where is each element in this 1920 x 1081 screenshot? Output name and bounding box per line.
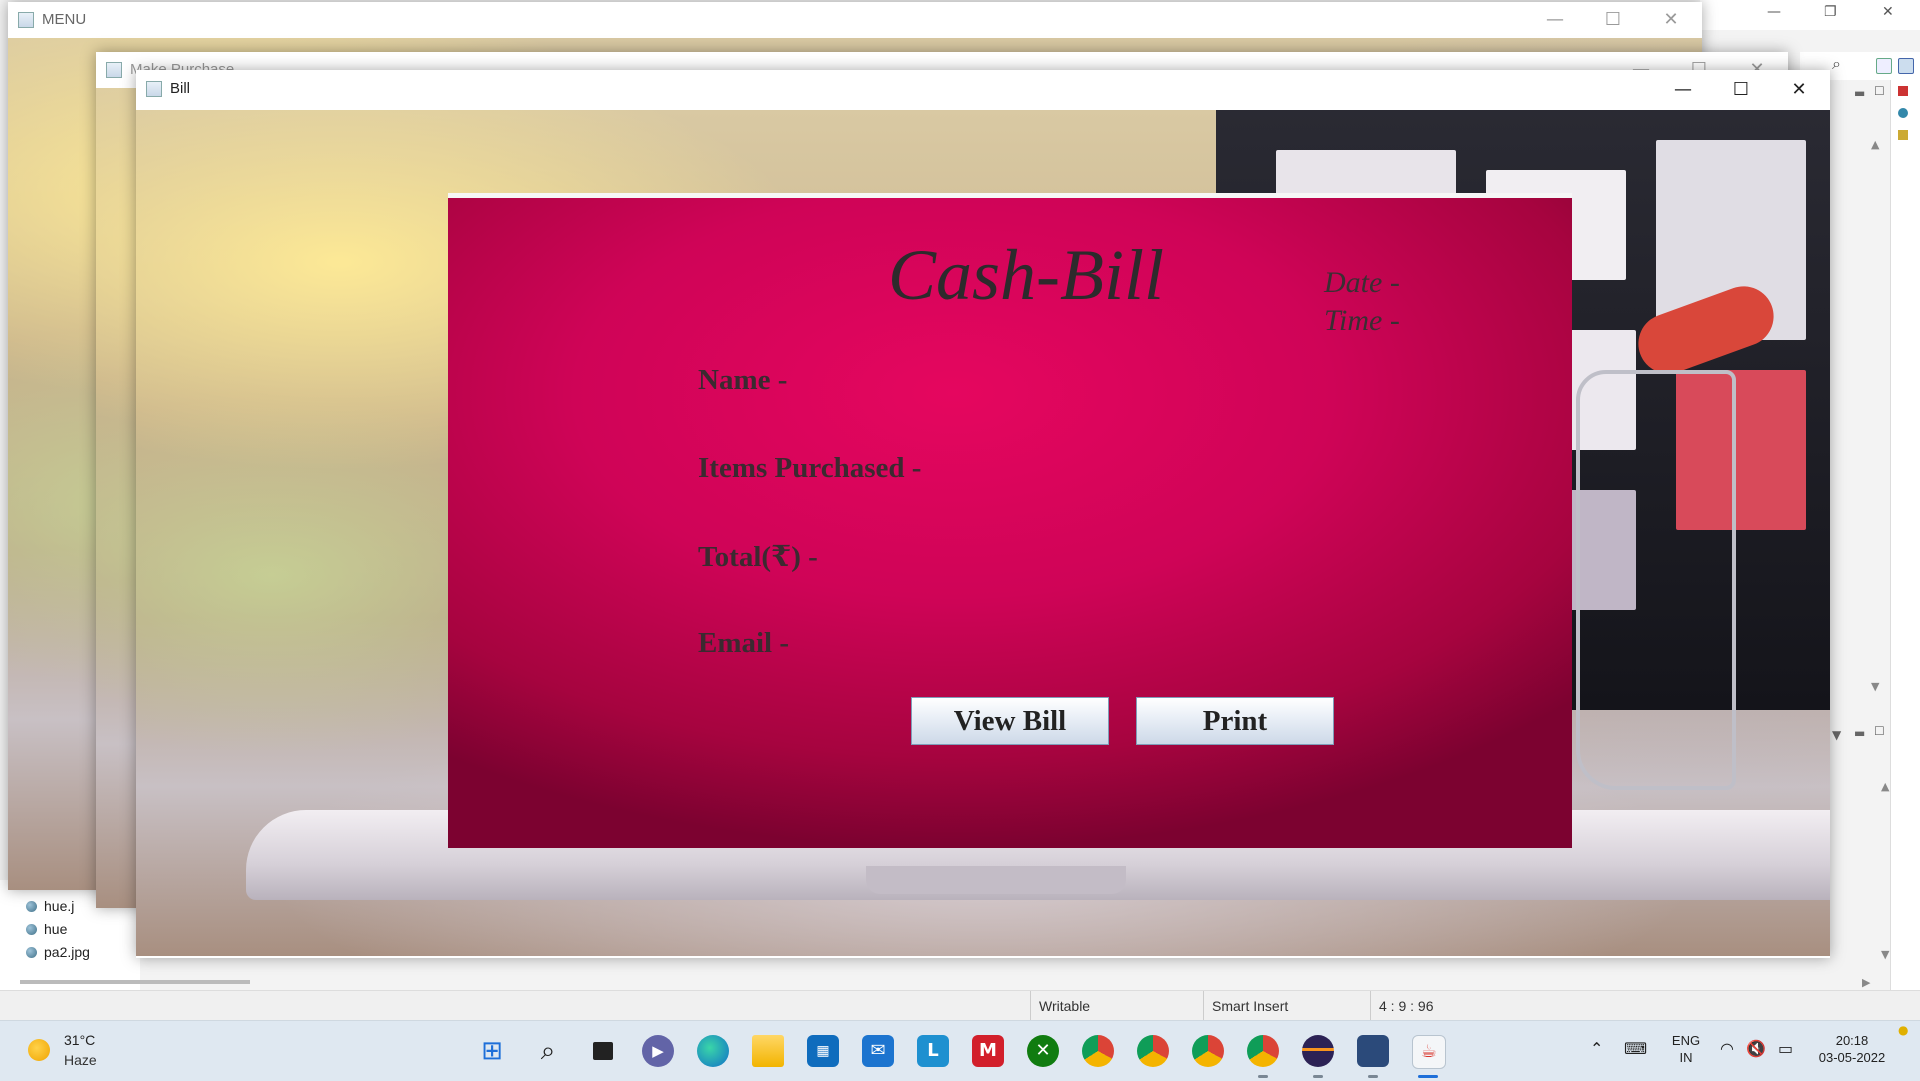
mcafee-icon[interactable]: M bbox=[972, 1035, 1004, 1067]
eclipse-icon[interactable] bbox=[1302, 1035, 1334, 1067]
running-indicator-active bbox=[1418, 1075, 1438, 1078]
hscroll-right-arrow[interactable]: ▶ bbox=[1862, 976, 1870, 989]
panel-minimize-icon[interactable]: ▬ bbox=[1854, 86, 1865, 100]
cash-bill-card: Cash-Bill Date - Time - Name - Items Pur… bbox=[448, 193, 1572, 848]
show-hidden-icons-chevron-icon[interactable]: ⌃ bbox=[1590, 1039, 1603, 1058]
menu-close-button[interactable]: ✕ bbox=[1642, 2, 1700, 38]
battery-icon[interactable]: ▭ bbox=[1778, 1039, 1793, 1058]
scroll-up-arrow[interactable]: ▲ bbox=[1871, 138, 1879, 151]
email-label: Email - bbox=[698, 627, 790, 659]
bill-window: Bill — ☐ ✕ Cash-Bill Date - Time - Name … bbox=[136, 70, 1830, 958]
image-file-icon bbox=[26, 924, 37, 935]
java-app-icon bbox=[18, 12, 34, 28]
java-perspective-icon[interactable] bbox=[1898, 58, 1914, 74]
panel-maximize-icon[interactable]: ☐ bbox=[1874, 84, 1885, 98]
status-cursor-position: 4 : 9 : 96 bbox=[1370, 991, 1539, 1021]
running-indicator bbox=[1368, 1075, 1378, 1078]
task-list-icon[interactable] bbox=[1898, 108, 1908, 118]
ide-title-bar: — ❐ ✕ bbox=[1700, 0, 1920, 30]
view-bill-button[interactable]: View Bill bbox=[911, 697, 1109, 745]
clock-time: 20:18 bbox=[1835, 1033, 1869, 1048]
status-insert-mode: Smart Insert bbox=[1203, 991, 1372, 1021]
chrome-profile3-icon[interactable] bbox=[1192, 1035, 1224, 1067]
running-indicator bbox=[1313, 1075, 1323, 1078]
open-perspective-icon[interactable] bbox=[1876, 58, 1892, 74]
menu-window-title-bar: MENU — ☐ ✕ bbox=[8, 2, 1702, 38]
ide-minimize-button[interactable]: — bbox=[1767, 4, 1781, 20]
weather-description: Haze bbox=[64, 1052, 97, 1068]
java-icon[interactable]: ☕ bbox=[1412, 1035, 1446, 1069]
package-item[interactable]: hue.j bbox=[26, 898, 75, 914]
bill-window-title: Bill bbox=[170, 80, 191, 97]
name-label: Name - bbox=[698, 364, 788, 396]
date-label: Date - bbox=[1324, 266, 1400, 299]
panel-minimize-icon-2[interactable]: ▬ bbox=[1854, 726, 1865, 740]
ide-horizontal-scrollbar[interactable] bbox=[20, 980, 250, 984]
ide-status-bar: Writable Smart Insert 4 : 9 : 96 bbox=[0, 990, 1920, 1021]
keyboard-icon[interactable]: ⌨ bbox=[1624, 1039, 1647, 1058]
l-app-icon[interactable]: L bbox=[917, 1035, 949, 1067]
print-button[interactable]: Print bbox=[1136, 697, 1334, 745]
scroll-up-arrow-2[interactable]: ▲ bbox=[1881, 780, 1889, 793]
image-file-icon bbox=[26, 901, 37, 912]
language-region: IN bbox=[1679, 1050, 1693, 1065]
bill-maximize-button[interactable]: ☐ bbox=[1712, 70, 1770, 110]
taskbar: 31°C Haze ⊞ ⌕ ▶ ▦ ✉ L M ✕ ☕ ⌃ ⌨ ENG IN ◠… bbox=[0, 1020, 1920, 1081]
mail-icon[interactable]: ✉ bbox=[862, 1035, 894, 1067]
bill-minimize-button[interactable]: — bbox=[1654, 70, 1712, 110]
language-code: ENG bbox=[1671, 1033, 1701, 1048]
bill-window-title-bar: Bill — ☐ ✕ bbox=[136, 70, 1830, 110]
time-label: Time - bbox=[1324, 304, 1400, 337]
ide-restore-button[interactable]: ❐ bbox=[1824, 4, 1837, 20]
chrome-icon[interactable] bbox=[1082, 1035, 1114, 1067]
language-indicator[interactable]: ENG IN bbox=[1666, 1033, 1706, 1065]
notification-bell-icon[interactable]: ● bbox=[1898, 1023, 1908, 1037]
java-app-icon bbox=[106, 62, 122, 78]
ide-close-button[interactable]: ✕ bbox=[1882, 4, 1894, 20]
store-icon[interactable]: ▦ bbox=[807, 1035, 839, 1067]
scroll-down-arrow-2[interactable]: ▼ bbox=[1881, 948, 1889, 961]
edge-icon[interactable] bbox=[697, 1035, 729, 1067]
menu-maximize-button[interactable]: ☐ bbox=[1584, 2, 1642, 38]
scroll-down-arrow[interactable]: ▼ bbox=[1871, 680, 1879, 693]
problems-icon[interactable] bbox=[1898, 130, 1908, 140]
package-item[interactable]: hue bbox=[26, 921, 68, 937]
panel-menu-icon[interactable]: ▼ bbox=[1832, 728, 1841, 742]
xbox-icon[interactable]: ✕ bbox=[1027, 1035, 1059, 1067]
weather-temperature: 31°C bbox=[64, 1032, 96, 1048]
package-item[interactable]: pa2.jpg bbox=[26, 944, 90, 960]
chrome-profile4-icon[interactable] bbox=[1247, 1035, 1279, 1067]
sun-haze-icon bbox=[28, 1039, 50, 1061]
java-app-icon bbox=[146, 81, 162, 97]
task-view-icon[interactable] bbox=[587, 1035, 619, 1067]
speaker-muted-icon[interactable]: 🔇 bbox=[1746, 1039, 1766, 1058]
wifi-icon[interactable]: ◠ bbox=[1720, 1039, 1734, 1058]
total-label: Total(₹) - bbox=[698, 541, 818, 573]
menu-minimize-button[interactable]: — bbox=[1526, 2, 1584, 38]
laptop-notch bbox=[866, 866, 1126, 894]
cash-bill-title: Cash-Bill bbox=[888, 235, 1165, 315]
running-indicator bbox=[1258, 1075, 1268, 1078]
app-icon[interactable] bbox=[1357, 1035, 1389, 1067]
panel-maximize-icon-2[interactable]: ☐ bbox=[1874, 724, 1885, 738]
cart-frame bbox=[1576, 370, 1736, 790]
chrome-profile2-icon[interactable] bbox=[1137, 1035, 1169, 1067]
menu-window-title: MENU bbox=[42, 11, 87, 28]
clock[interactable]: 20:18 03-05-2022 bbox=[1812, 1033, 1892, 1065]
start-icon[interactable]: ⊞ bbox=[476, 1035, 508, 1067]
package-item-label: pa2.jpg bbox=[44, 944, 90, 960]
file-explorer-icon[interactable] bbox=[752, 1035, 784, 1067]
items-purchased-label: Items Purchased - bbox=[698, 452, 922, 484]
outline-icon[interactable] bbox=[1898, 86, 1908, 96]
bill-close-button[interactable]: ✕ bbox=[1770, 70, 1828, 110]
clock-date: 03-05-2022 bbox=[1818, 1050, 1886, 1065]
status-writable: Writable bbox=[1030, 991, 1199, 1021]
ide-search-icon[interactable]: ⌕ bbox=[1832, 54, 1841, 74]
chat-icon[interactable]: ▶ bbox=[642, 1035, 674, 1067]
package-item-label: hue bbox=[44, 921, 68, 937]
image-file-icon bbox=[26, 947, 37, 958]
ide-right-trim: ▲ ▼ ▲ ▼ bbox=[1871, 80, 1920, 1000]
search-icon[interactable]: ⌕ bbox=[532, 1035, 564, 1067]
package-item-label: hue.j bbox=[44, 898, 75, 914]
